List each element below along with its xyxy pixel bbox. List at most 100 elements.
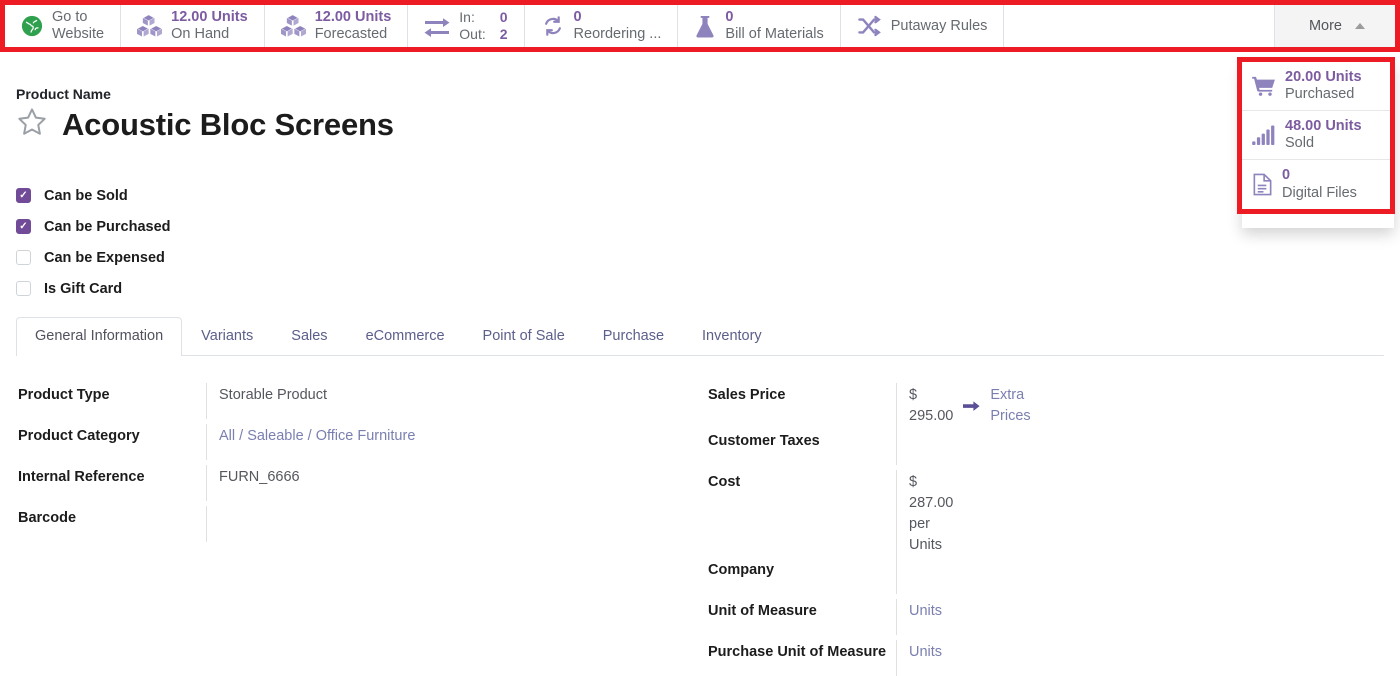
- checkbox-row-can-be-expensed[interactable]: Can be Expensed: [16, 242, 171, 273]
- arrow-right-icon: [963, 399, 980, 413]
- star-outline-icon[interactable]: [16, 106, 48, 143]
- product-option-checkboxes: ✓ Can be Sold ✓ Can be Purchased Can be …: [16, 180, 171, 304]
- stat-label-purchased: Purchased: [1285, 86, 1362, 103]
- field-value-sales-price: $ 295.00 Extra Prices: [896, 383, 1031, 429]
- checkbox-row-can-be-purchased[interactable]: ✓ Can be Purchased: [16, 211, 171, 242]
- tab-sales[interactable]: Sales: [272, 317, 346, 355]
- field-label-cost: Cost: [708, 470, 896, 493]
- tab-point-of-sale[interactable]: Point of Sale: [464, 317, 584, 355]
- stat-text-in-out: In: 0 Out: 2: [459, 9, 507, 43]
- caret-up-icon: [1355, 23, 1365, 29]
- more-stat-buttons-toggle[interactable]: More: [1274, 5, 1395, 47]
- stat-button-forecasted[interactable]: 12.00 Units Forecasted: [265, 5, 409, 47]
- checkbox-row-is-gift-card[interactable]: Is Gift Card: [16, 273, 171, 304]
- stat-value-purchased: 20.00 Units: [1285, 69, 1362, 86]
- cubes-icon: [281, 15, 306, 37]
- stat-value-digital-files: 0: [1282, 167, 1357, 184]
- stat-button-sold[interactable]: 48.00 Units Sold: [1242, 111, 1390, 160]
- checkbox-label-can-be-purchased: Can be Purchased: [44, 219, 171, 235]
- checkbox-label-can-be-sold: Can be Sold: [44, 188, 128, 204]
- stat-label-go-to-website: Website: [52, 26, 104, 43]
- stat-button-putaway-rules[interactable]: Putaway Rules: [841, 5, 1005, 47]
- bar-chart-icon: [1252, 125, 1276, 145]
- page-title: Acoustic Bloc Screens: [62, 107, 394, 143]
- field-label-company: Company: [708, 558, 896, 581]
- general-information-panel: Product Type Storable Product Product Ca…: [0, 383, 1400, 547]
- stat-button-digital-files[interactable]: 0 Digital Files: [1242, 160, 1390, 208]
- stat-value-sold: 48.00 Units: [1285, 118, 1362, 135]
- stat-button-in-out[interactable]: In: 0 Out: 2: [408, 5, 524, 47]
- more-label: More: [1309, 18, 1342, 34]
- check-mark-icon: ✓: [19, 222, 27, 232]
- field-label-sales-price: Sales Price: [708, 383, 896, 406]
- stat-text-purchased: 20.00 Units Purchased: [1285, 69, 1362, 103]
- product-title-block: Product Name Acoustic Bloc Screens: [16, 86, 394, 143]
- checkbox-can-be-sold[interactable]: ✓: [16, 188, 31, 203]
- checkbox-is-gift-card[interactable]: [16, 281, 31, 296]
- stat-text-sold: 48.00 Units Sold: [1285, 118, 1362, 152]
- stat-label-bill-of-materials: Bill of Materials: [725, 26, 823, 43]
- checkbox-can-be-purchased[interactable]: ✓: [16, 219, 31, 234]
- tab-ecommerce[interactable]: eCommerce: [347, 317, 464, 355]
- product-name-field-label: Product Name: [16, 86, 394, 102]
- field-value-unit-of-measure[interactable]: Units: [896, 599, 942, 635]
- stat-button-purchased[interactable]: 20.00 Units Purchased: [1242, 62, 1390, 111]
- checkbox-can-be-expensed[interactable]: [16, 250, 31, 265]
- stat-text-bill-of-materials: 0 Bill of Materials: [725, 9, 823, 43]
- cubes-icon: [137, 15, 162, 37]
- stat-in-key: In:: [459, 9, 485, 26]
- stat-out-value: 2: [500, 26, 508, 43]
- form-column-right: Sales Price $ 295.00 Extra Prices Custom…: [0, 383, 708, 676]
- cost-amount[interactable]: $ 287.00: [909, 474, 953, 511]
- stat-text-digital-files: 0 Digital Files: [1282, 167, 1357, 201]
- tab-inventory[interactable]: Inventory: [683, 317, 781, 355]
- tab-general-information[interactable]: General Information: [16, 317, 182, 356]
- check-mark-icon: ✓: [19, 191, 27, 201]
- stat-text-reordering-rules: 0 Reordering ...: [574, 9, 662, 43]
- stat-text-on-hand: 12.00 Units On Hand: [171, 9, 248, 43]
- stat-button-on-hand[interactable]: 12.00 Units On Hand: [121, 5, 265, 47]
- form-notebook-tabs: General Information Variants Sales eComm…: [16, 317, 1384, 356]
- stat-button-bill-of-materials[interactable]: 0 Bill of Materials: [678, 5, 840, 47]
- exchange-arrows-icon: [424, 15, 450, 37]
- stat-button-go-to-website[interactable]: Go to Website: [5, 5, 121, 47]
- flask-icon: [694, 15, 716, 38]
- stat-label-putaway-rules: Putaway Rules: [891, 18, 988, 34]
- sales-price-row: $ 295.00 Extra Prices: [909, 385, 1031, 427]
- field-value-purchase-unit-of-measure[interactable]: Units: [896, 640, 942, 676]
- field-value-customer-taxes[interactable]: [896, 429, 909, 465]
- stat-label-forecasted: Forecasted: [315, 26, 392, 43]
- shuffle-icon: [857, 15, 882, 37]
- stat-label-reordering-rules: Reordering ...: [574, 26, 662, 43]
- stat-button-bar-highlight: Go to Website 12.00 Units On Hand 12: [0, 0, 1400, 52]
- field-label-customer-taxes: Customer Taxes: [708, 429, 896, 452]
- stat-label-sold: Sold: [1285, 135, 1362, 152]
- cost-suffix: per Units: [909, 516, 942, 553]
- checkbox-label-can-be-expensed: Can be Expensed: [44, 250, 165, 266]
- stat-in-value: 0: [500, 9, 508, 26]
- field-label-purchase-unit-of-measure: Purchase Unit of Measure: [708, 640, 896, 663]
- refresh-icon: [541, 15, 565, 37]
- stat-value-bill-of-materials: 0: [725, 9, 823, 26]
- stat-label-digital-files: Digital Files: [1282, 185, 1357, 202]
- checkbox-row-can-be-sold[interactable]: ✓ Can be Sold: [16, 180, 171, 211]
- sales-price-amount[interactable]: $ 295.00: [909, 385, 953, 427]
- product-title-row: Acoustic Bloc Screens: [16, 106, 394, 143]
- tab-purchase[interactable]: Purchase: [584, 317, 683, 355]
- field-value-company[interactable]: [896, 558, 909, 594]
- stat-label-on-hand: On Hand: [171, 26, 248, 43]
- extra-prices-link[interactable]: Extra Prices: [990, 385, 1030, 427]
- checkbox-label-is-gift-card: Is Gift Card: [44, 281, 122, 297]
- stat-value-go-to-website: Go to: [52, 9, 104, 26]
- stat-button-bar: Go to Website 12.00 Units On Hand 12: [5, 5, 1395, 47]
- tab-variants[interactable]: Variants: [182, 317, 272, 355]
- stat-button-reordering-rules[interactable]: 0 Reordering ...: [525, 5, 679, 47]
- odoo-product-form-page: Go to Website 12.00 Units On Hand 12: [0, 0, 1400, 676]
- more-dropdown-panel-highlight: 20.00 Units Purchased 48.00 Units Sold 0…: [1237, 57, 1395, 214]
- field-label-unit-of-measure: Unit of Measure: [708, 599, 896, 622]
- stat-out-key: Out:: [459, 26, 485, 43]
- stat-value-forecasted: 12.00 Units: [315, 9, 392, 26]
- stat-value-reordering-rules: 0: [574, 9, 662, 26]
- stat-value-on-hand: 12.00 Units: [171, 9, 248, 26]
- document-icon: [1252, 173, 1273, 196]
